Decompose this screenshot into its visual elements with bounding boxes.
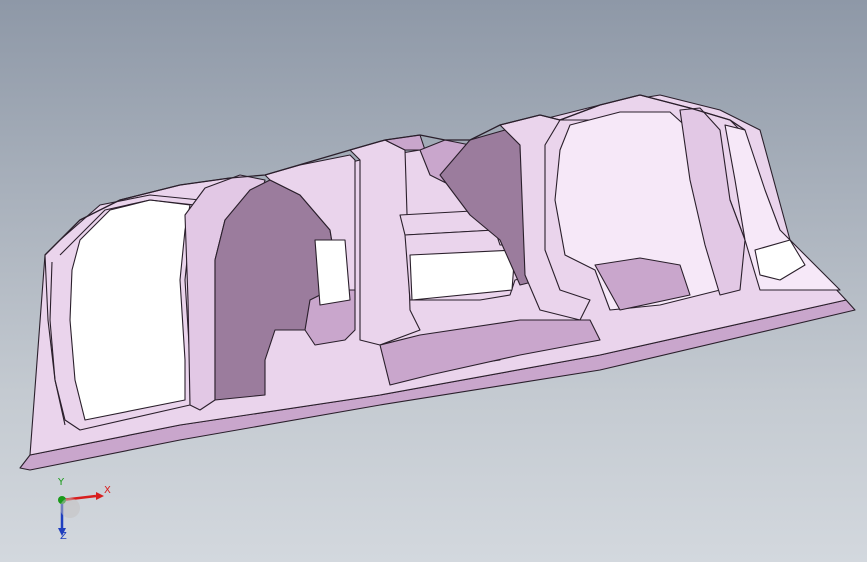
axis-triad: X Y Z xyxy=(40,478,120,548)
3d-model-view[interactable] xyxy=(0,0,867,562)
left-pocket-floor xyxy=(69,199,191,421)
y-axis-label: Y xyxy=(58,477,65,488)
part-body xyxy=(19,94,856,471)
graphics-viewport[interactable]: X Y Z xyxy=(0,0,867,562)
z-axis-label: Z xyxy=(60,531,67,542)
x-axis-label: X xyxy=(104,485,111,496)
center-pocket-white xyxy=(314,239,351,306)
